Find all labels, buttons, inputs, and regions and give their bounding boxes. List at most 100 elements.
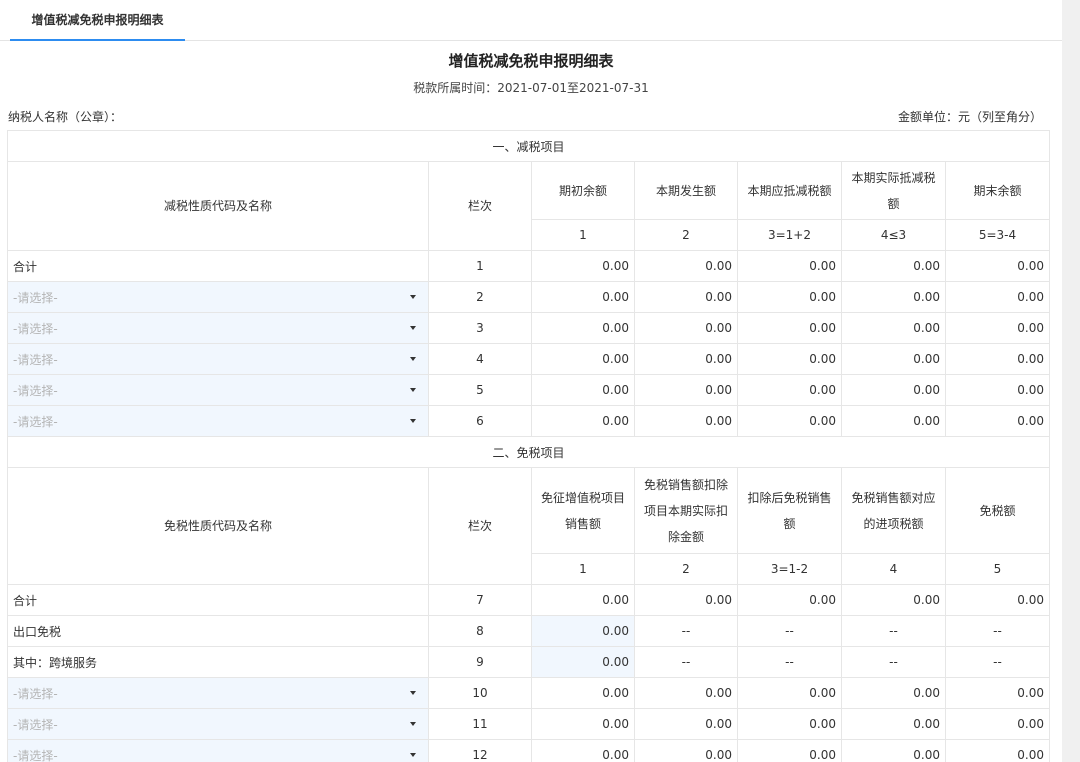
row-label: 其中：跨境服务 — [7, 646, 429, 678]
line-number: 2 — [428, 281, 532, 313]
column-code: 3=1+2 — [737, 219, 842, 251]
column-code: 1 — [531, 219, 635, 251]
row-label: 合计 — [7, 250, 429, 282]
table-row: -请选择- 12 0.00 0.00 0.00 0.00 0.00 — [7, 739, 1050, 762]
exemption-code-select[interactable]: -请选择- — [7, 739, 429, 762]
amount-cell: 0.00 — [841, 405, 946, 437]
amount-cell: 0.00 — [737, 343, 842, 375]
select-placeholder: -请选择- — [13, 717, 58, 732]
exemption-line-header: 栏次 — [428, 467, 532, 585]
amount-cell: 0.00 — [634, 312, 738, 344]
amount-cell: 0.00 — [531, 312, 635, 344]
reduction-code-select[interactable]: -请选择- — [7, 405, 429, 437]
column-header: 期末余额 — [945, 161, 1050, 220]
table-row: -请选择- 6 0.00 0.00 0.00 0.00 0.00 — [7, 405, 1050, 437]
amount-cell: 0.00 — [945, 374, 1050, 406]
column-header: 本期发生额 — [634, 161, 738, 220]
amount-cell: 0.00 — [945, 708, 1050, 740]
chevron-down-icon — [410, 357, 416, 361]
column-header: 期初余额 — [531, 161, 635, 220]
row-label: 出口免税 — [7, 615, 429, 647]
amount-cell: 0.00 — [945, 281, 1050, 313]
line-number: 3 — [428, 312, 532, 344]
vertical-scrollbar[interactable] — [1062, 0, 1080, 762]
chevron-down-icon — [410, 691, 416, 695]
amount-unit-label: 金额单位：元（列至角分） — [897, 110, 1042, 124]
amount-cell: 0.00 — [737, 374, 842, 406]
reduction-code-select[interactable]: -请选择- — [7, 343, 429, 375]
column-header: 免征增值税项目销售额 — [531, 467, 635, 554]
amount-cell: 0.00 — [634, 374, 738, 406]
amount-cell: 0.00 — [634, 708, 738, 740]
export-exempt-sales-input[interactable]: 0.00 — [531, 615, 635, 647]
crossborder-sales-input[interactable]: 0.00 — [531, 646, 635, 678]
reduction-code-select[interactable]: -请选择- — [7, 281, 429, 313]
amount-cell: 0.00 — [531, 708, 635, 740]
column-code: 2 — [634, 219, 738, 251]
amount-cell: 0.00 — [945, 405, 1050, 437]
amount-cell: 0.00 — [841, 374, 946, 406]
line-number: 8 — [428, 615, 532, 647]
dash-cell: -- — [945, 615, 1050, 647]
dash-cell: -- — [737, 646, 842, 678]
tax-period: 税款所属时间：2021-07-01至2021-07-31 — [0, 79, 1062, 96]
tab-bar: 增值税减免税申报明细表 — [0, 0, 1062, 41]
column-code: 5 — [945, 553, 1050, 585]
chevron-down-icon — [410, 753, 416, 757]
amount-cell: 0.00 — [634, 677, 738, 709]
amount-cell: 0.00 — [945, 250, 1050, 282]
exemption-name-header: 免税性质代码及名称 — [7, 467, 429, 585]
exemption-section-title: 二、免税项目 — [7, 436, 1050, 468]
table-row: 其中：跨境服务 9 0.00 -- -- -- -- — [7, 646, 1050, 678]
dash-cell: -- — [737, 615, 842, 647]
column-code: 3=1-2 — [737, 553, 842, 585]
dash-cell: -- — [841, 646, 946, 678]
column-header: 免税额 — [945, 467, 1050, 554]
select-placeholder: -请选择- — [13, 414, 58, 429]
amount-cell: 0.00 — [634, 250, 738, 282]
taxpayer-name-label: 纳税人名称（公章）： — [8, 110, 123, 124]
exemption-code-select[interactable]: -请选择- — [7, 677, 429, 709]
amount-cell: 0.00 — [531, 374, 635, 406]
amount-cell: 0.00 — [634, 343, 738, 375]
column-code: 2 — [634, 553, 738, 585]
dash-cell: -- — [945, 646, 1050, 678]
amount-cell: 0.00 — [737, 312, 842, 344]
column-code: 4≤3 — [841, 219, 946, 251]
amount-cell: 0.00 — [531, 677, 635, 709]
amount-cell: 0.00 — [841, 739, 946, 762]
amount-cell: 0.00 — [737, 250, 842, 282]
tab-vat-reduction-detail[interactable]: 增值税减免税申报明细表 — [10, 0, 185, 41]
page-title: 增值税减免税申报明细表 — [448, 52, 614, 70]
amount-cell: 0.00 — [737, 739, 842, 762]
dash-cell: -- — [634, 615, 738, 647]
reduction-code-select[interactable]: -请选择- — [7, 312, 429, 344]
chevron-down-icon — [410, 326, 416, 330]
amount-cell: 0.00 — [531, 739, 635, 762]
amount-cell: 0.00 — [945, 312, 1050, 344]
amount-cell: 0.00 — [737, 708, 842, 740]
row-label: 合计 — [7, 584, 429, 616]
line-number: 10 — [428, 677, 532, 709]
amount-cell: 0.00 — [945, 677, 1050, 709]
amount-cell: 0.00 — [634, 584, 738, 616]
line-number: 5 — [428, 374, 532, 406]
reduction-code-select[interactable]: -请选择- — [7, 374, 429, 406]
line-number: 7 — [428, 584, 532, 616]
chevron-down-icon — [410, 419, 416, 423]
amount-cell: 0.00 — [841, 343, 946, 375]
line-number: 6 — [428, 405, 532, 437]
column-header: 本期应抵减税额 — [737, 161, 842, 220]
line-number: 9 — [428, 646, 532, 678]
chevron-down-icon — [410, 295, 416, 299]
column-code: 5=3-4 — [945, 219, 1050, 251]
reduction-line-header: 栏次 — [428, 161, 532, 251]
exemption-code-select[interactable]: -请选择- — [7, 708, 429, 740]
chevron-down-icon — [410, 722, 416, 726]
table-row: -请选择- 11 0.00 0.00 0.00 0.00 0.00 — [7, 708, 1050, 740]
select-placeholder: -请选择- — [13, 748, 58, 762]
select-placeholder: -请选择- — [13, 383, 58, 398]
amount-cell: 0.00 — [634, 405, 738, 437]
amount-cell: 0.00 — [737, 405, 842, 437]
select-placeholder: -请选择- — [13, 352, 58, 367]
